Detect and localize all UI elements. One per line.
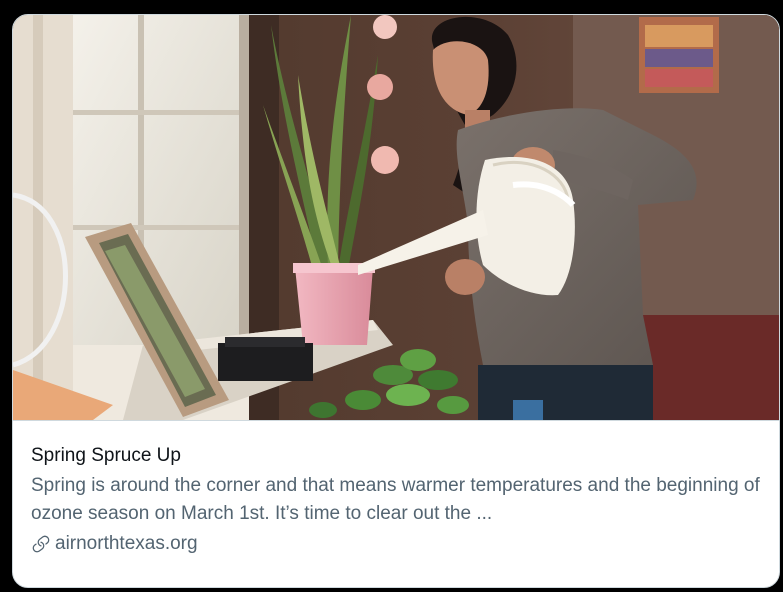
link-icon — [32, 535, 50, 553]
card-title: Spring Spruce Up — [31, 445, 181, 466]
card-info[interactable]: Spring Spruce Up Spring is around the co… — [31, 443, 771, 558]
card-image-photo — [13, 15, 779, 420]
card-image[interactable] — [13, 15, 779, 420]
card-domain[interactable]: airnorthtexas.org — [55, 530, 198, 558]
link-preview-card[interactable]: Spring Spruce Up Spring is around the co… — [12, 14, 780, 588]
screenshot-frame: Spring Spruce Up Spring is around the co… — [0, 0, 783, 592]
card-domain-row[interactable]: airnorthtexas.org — [31, 530, 771, 558]
card-divider — [13, 420, 779, 421]
card-description: Spring is around the corner and that mea… — [31, 475, 760, 524]
